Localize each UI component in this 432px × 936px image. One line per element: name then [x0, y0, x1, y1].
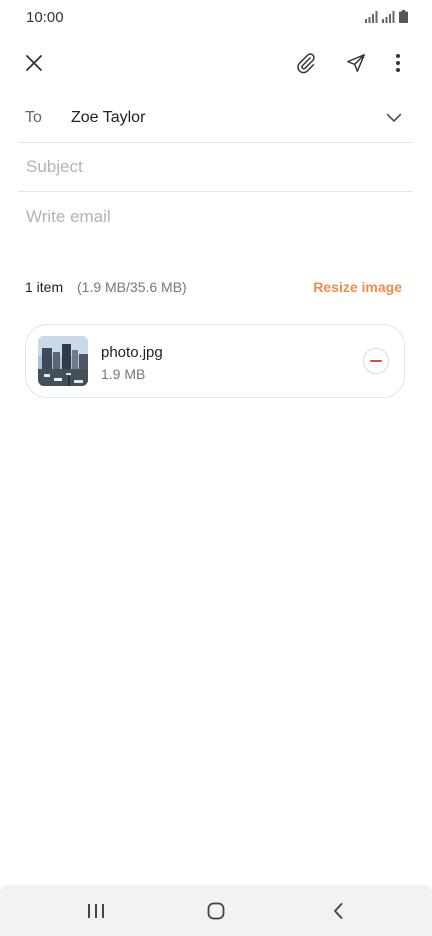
subject-field[interactable]: Subject — [26, 157, 83, 177]
attachment-file-size: 1.9 MB — [101, 366, 146, 382]
close-icon — [26, 55, 42, 71]
remove-attachment-button[interactable] — [363, 348, 389, 374]
attachment-size-summary: (1.9 MB/35.6 MB) — [77, 279, 187, 295]
attach-button[interactable] — [292, 49, 320, 77]
photo-thumbnail — [38, 336, 88, 386]
divider — [18, 142, 413, 143]
more-vertical-icon — [396, 54, 400, 72]
resize-image-button[interactable]: Resize image — [313, 279, 402, 295]
signal-icon — [365, 11, 378, 23]
status-time: 10:00 — [26, 9, 64, 26]
status-icons — [365, 10, 408, 23]
attachment-card[interactable]: photo.jpg 1.9 MB — [25, 324, 405, 398]
home-icon — [207, 902, 225, 920]
expand-recipients-button[interactable] — [382, 107, 406, 129]
send-button[interactable] — [342, 49, 370, 77]
attachment-file-name: photo.jpg — [101, 344, 163, 361]
recipient-field[interactable]: Zoe Taylor — [71, 109, 145, 127]
attachment-count: 1 item — [25, 279, 64, 295]
back-icon — [334, 903, 343, 919]
paperclip-icon — [297, 53, 315, 74]
email-body-field[interactable]: Write email — [26, 207, 111, 227]
close-button[interactable] — [20, 49, 48, 77]
divider — [18, 191, 413, 192]
more-options-button[interactable] — [386, 49, 410, 77]
chevron-down-icon — [386, 113, 402, 122]
home-button[interactable] — [200, 898, 232, 924]
to-label: To — [25, 109, 42, 126]
recent-apps-icon — [88, 904, 104, 918]
recent-apps-button[interactable] — [80, 898, 112, 924]
signal-icon — [382, 11, 395, 23]
back-button[interactable] — [322, 898, 354, 924]
battery-icon — [399, 10, 408, 23]
navigation-bar — [0, 885, 432, 936]
minus-icon — [370, 360, 382, 362]
send-icon — [347, 54, 365, 72]
